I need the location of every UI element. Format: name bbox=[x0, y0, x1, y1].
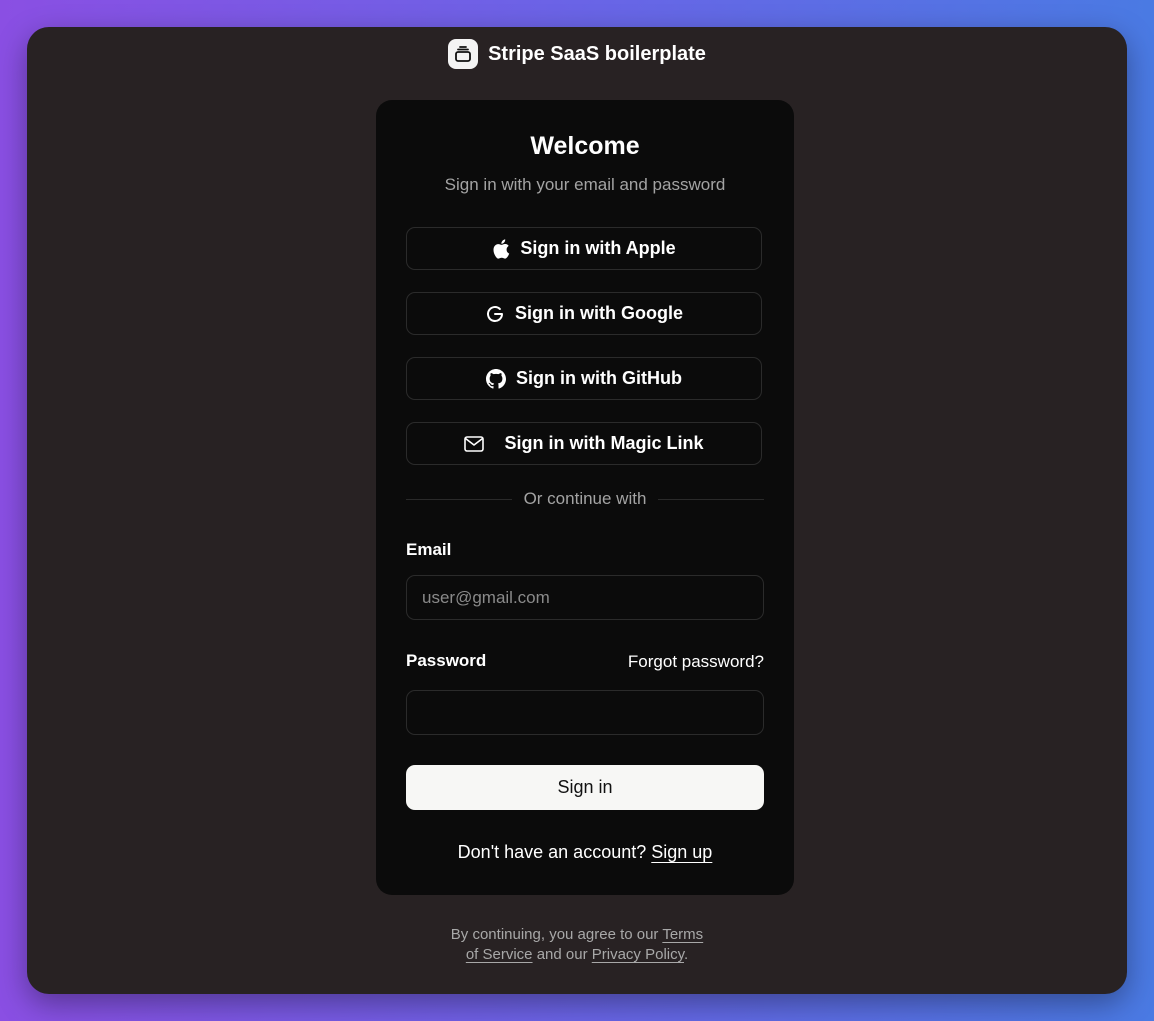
sign-in-github-button[interactable]: Sign in with GitHub bbox=[406, 357, 762, 400]
divider-text: Or continue with bbox=[523, 489, 647, 508]
sign-in-github-label: Sign in with GitHub bbox=[516, 368, 682, 388]
footer-period: . bbox=[684, 946, 689, 963]
terms-link-part-1[interactable]: Terms bbox=[662, 926, 703, 943]
sign-in-google-label: Sign in with Google bbox=[515, 303, 683, 323]
footer-and-text: and our bbox=[536, 946, 588, 963]
divider-line-left bbox=[406, 498, 512, 500]
sign-in-magic-link-button[interactable]: Sign in with Magic Link bbox=[406, 422, 762, 465]
or-divider: Or continue with bbox=[406, 489, 764, 509]
card-title: Welcome bbox=[530, 132, 640, 160]
brand-name: Stripe SaaS boilerplate bbox=[488, 42, 706, 65]
app-window: Stripe SaaS boilerplate Welcome Sign in … bbox=[27, 27, 1127, 994]
footer-line-1: By continuing, you agree to our Terms bbox=[27, 925, 1127, 945]
signup-prompt: Don't have an account? bbox=[457, 842, 647, 862]
email-input[interactable] bbox=[406, 575, 764, 620]
password-input[interactable] bbox=[406, 690, 764, 735]
forgot-password-link[interactable]: Forgot password? bbox=[628, 652, 764, 672]
mail-icon bbox=[464, 435, 485, 452]
sign-in-button[interactable]: Sign in bbox=[406, 765, 764, 810]
signup-row: Don't have an account? Sign up bbox=[376, 842, 794, 863]
card-subtitle: Sign in with your email and password bbox=[444, 175, 726, 194]
sign-in-magic-link-label: Sign in with Magic Link bbox=[504, 433, 704, 453]
brand-logo-icon bbox=[448, 39, 479, 69]
password-label: Password bbox=[406, 651, 487, 670]
sign-in-card: Welcome Sign in with your email and pass… bbox=[376, 100, 794, 895]
google-icon bbox=[487, 305, 503, 322]
terms-link-part-2[interactable]: of Service bbox=[466, 946, 533, 963]
sign-up-link[interactable]: Sign up bbox=[651, 842, 712, 862]
sign-in-apple-label: Sign in with Apple bbox=[520, 238, 676, 258]
footer-text: By continuing, you agree to our bbox=[450, 926, 659, 943]
sign-in-apple-button[interactable]: Sign in with Apple bbox=[406, 227, 762, 270]
privacy-policy-link[interactable]: Privacy Policy bbox=[592, 946, 684, 963]
divider-line-right bbox=[658, 498, 764, 500]
brand-header: Stripe SaaS boilerplate bbox=[27, 39, 1127, 69]
apple-icon bbox=[493, 238, 510, 259]
sign-in-google-button[interactable]: Sign in with Google bbox=[406, 292, 762, 335]
legal-footer: By continuing, you agree to our Terms of… bbox=[27, 925, 1127, 965]
email-label: Email bbox=[406, 540, 452, 559]
github-icon bbox=[486, 368, 506, 389]
footer-line-2: of Service and our Privacy Policy. bbox=[27, 945, 1127, 965]
